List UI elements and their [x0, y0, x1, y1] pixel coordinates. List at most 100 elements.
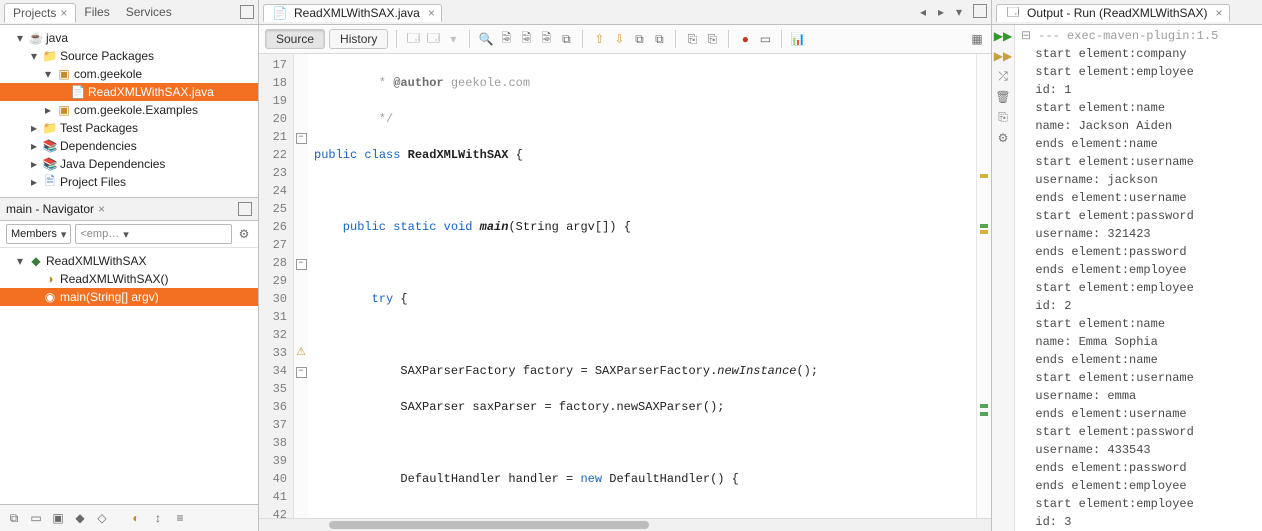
minimize-panel-icon[interactable] — [238, 202, 252, 216]
output-line: id: 1 — [1021, 81, 1262, 99]
source-mode-button[interactable]: Source — [265, 29, 325, 49]
tree-dependencies[interactable]: ▸📚Dependencies — [0, 137, 258, 155]
toolbar-icon[interactable]: 📊 — [790, 31, 806, 47]
run-icon[interactable]: ▶▶ — [994, 29, 1012, 43]
fold-toggle-icon[interactable]: − — [296, 133, 307, 144]
tree-java-dependencies[interactable]: ▸📚Java Dependencies — [0, 155, 258, 173]
warning-icon[interactable]: ⚠ — [294, 344, 308, 362]
fold-toggle-icon[interactable]: − — [296, 259, 307, 270]
toolbar-icon[interactable]: 🗟 — [498, 31, 514, 47]
tab-projects-label: Projects — [13, 6, 56, 20]
prev-tab-icon[interactable]: ◂ — [915, 4, 931, 20]
projects-tree[interactable]: ▾☕java ▾📁Source Packages ▾▣com.geekole 📄… — [0, 25, 258, 197]
tab-list-icon[interactable]: ▾ — [951, 4, 967, 20]
nav-down-icon[interactable]: ⇩ — [611, 31, 627, 47]
ok-mark[interactable] — [980, 224, 988, 228]
tree-test-packages[interactable]: ▸📁Test Packages — [0, 119, 258, 137]
warning-mark[interactable] — [980, 230, 988, 234]
output-line: start element:name — [1021, 315, 1262, 333]
tree-project-files[interactable]: ▸🗎Project Files — [0, 173, 258, 191]
code-area[interactable]: * @author geekole.com */ public class Re… — [308, 54, 976, 518]
fold-toggle-icon[interactable]: − — [296, 367, 307, 378]
toolbar-icon[interactable]: ▭ — [757, 31, 773, 47]
members-combo[interactable]: Members▾ — [6, 224, 71, 244]
tab-projects[interactable]: Projects × — [4, 3, 76, 23]
toolbar-icon[interactable]: 🔍 — [478, 31, 494, 47]
line-gutter[interactable]: 1718192021222324252627282930313233343536… — [259, 54, 294, 518]
output-text[interactable]: ⊟ --- exec-maven-plugin:1.5 start elemen… — [1015, 25, 1262, 531]
toolbar-icon[interactable]: ⎘ — [998, 110, 1008, 125]
output-tabstrip: 🗔 Output - Run (ReadXMLWithSAX) × — [992, 0, 1262, 25]
settings-icon[interactable]: ⚙ — [998, 131, 1009, 145]
stop-icon[interactable]: ⤮ — [998, 69, 1008, 84]
members-label: Members — [11, 228, 57, 240]
output-line: name: Jackson Aiden — [1021, 117, 1262, 135]
output-line: username: 433543 — [1021, 441, 1262, 459]
toolbar-icon[interactable]: ⧉ — [631, 31, 647, 47]
ok-mark[interactable] — [980, 404, 988, 408]
toolbar-icon[interactable]: 🗔 — [425, 31, 441, 47]
close-icon[interactable]: × — [98, 202, 105, 216]
editor-tab[interactable]: 📄 ReadXMLWithSAX.java × — [263, 4, 442, 22]
close-icon[interactable]: × — [1216, 6, 1223, 20]
toolbar-icon[interactable]: 🗑 — [995, 90, 1010, 104]
grid-icon[interactable]: ▦ — [969, 31, 985, 47]
output-line: ⊟ --- exec-maven-plugin:1.5 — [1021, 27, 1262, 45]
toolbar-icon[interactable]: 🗔 — [405, 31, 421, 47]
history-mode-button[interactable]: History — [329, 29, 388, 49]
tree-pkg-geekole[interactable]: ▾▣com.geekole — [0, 65, 258, 83]
minimize-panel-icon[interactable] — [240, 5, 254, 19]
scrollbar-thumb[interactable] — [329, 521, 649, 529]
tree-root-java[interactable]: ▾☕java — [0, 29, 258, 47]
filter-icon[interactable]: ▣ — [50, 510, 66, 526]
filter-icon[interactable]: ◇ — [94, 510, 110, 526]
next-tab-icon[interactable]: ▸ — [933, 4, 949, 20]
tree-src-packages[interactable]: ▾📁Source Packages — [0, 47, 258, 65]
tree-label: Java Dependencies — [60, 157, 165, 171]
warning-mark[interactable] — [980, 174, 988, 178]
output-tab[interactable]: 🗔 Output - Run (ReadXMLWithSAX) × — [996, 4, 1230, 22]
filter-icon[interactable]: ◐ — [128, 510, 144, 526]
output-line: id: 3 — [1021, 513, 1262, 531]
output-tab-label: Output - Run (ReadXMLWithSAX) — [1027, 6, 1208, 20]
rerun-icon[interactable]: ▶▶ — [994, 49, 1012, 63]
tree-file-readxml[interactable]: 📄ReadXMLWithSAX.java — [0, 83, 258, 101]
files-icon: 🗎 — [42, 175, 58, 189]
close-icon[interactable]: × — [60, 6, 67, 20]
horizontal-scrollbar[interactable] — [259, 518, 991, 531]
toolbar-icon[interactable]: 🗟 — [518, 31, 534, 47]
fold-column[interactable]: − − ⚠ − — [294, 54, 308, 518]
toolbar-icon[interactable]: 🗟 — [538, 31, 554, 47]
output-line: ends element:employee — [1021, 261, 1262, 279]
package-icon: ▣ — [56, 103, 72, 117]
ok-mark[interactable] — [980, 412, 988, 416]
tree-pkg-examples[interactable]: ▸▣com.geekole.Examples — [0, 101, 258, 119]
toolbar-icon[interactable]: ⎘ — [704, 31, 720, 47]
error-stripe[interactable] — [976, 54, 991, 518]
tab-files[interactable]: Files — [76, 3, 117, 21]
close-icon[interactable]: × — [428, 6, 435, 20]
nav-ctor[interactable]: ◑ReadXMLWithSAX() — [0, 270, 258, 288]
toolbar-icon[interactable]: ⧉ — [558, 31, 574, 47]
record-icon[interactable]: ● — [737, 31, 753, 47]
toolbar-icon[interactable]: ⧉ — [651, 31, 667, 47]
nav-class[interactable]: ▾◆ReadXMLWithSAX — [0, 252, 258, 270]
nav-up-icon[interactable]: ⇧ — [591, 31, 607, 47]
nav-label: ReadXMLWithSAX() — [60, 272, 168, 286]
filter-icon[interactable]: ↕ — [150, 510, 166, 526]
maximize-icon[interactable] — [973, 4, 987, 18]
settings-icon[interactable]: ⚙ — [236, 226, 252, 242]
filter-icon[interactable]: ▭ — [28, 510, 44, 526]
toolbar-icon[interactable]: ⎘ — [684, 31, 700, 47]
filter-combo[interactable]: <emp…▾ — [75, 224, 232, 244]
filter-icon[interactable]: ≡ — [172, 510, 188, 526]
output-line: ends element:name — [1021, 135, 1262, 153]
nav-main[interactable]: ◉main(String[] argv) — [0, 288, 258, 306]
class-icon: ◆ — [28, 254, 44, 268]
tab-services[interactable]: Services — [118, 3, 180, 21]
filter-icon[interactable]: ⧉ — [6, 510, 22, 526]
navigator-tree[interactable]: ▾◆ReadXMLWithSAX ◑ReadXMLWithSAX() ◉main… — [0, 248, 258, 504]
filter-icon[interactable]: ◆ — [72, 510, 88, 526]
output-panel: 🗔 Output - Run (ReadXMLWithSAX) × ▶▶ ▶▶ … — [991, 0, 1262, 531]
output-line: start element:username — [1021, 369, 1262, 387]
